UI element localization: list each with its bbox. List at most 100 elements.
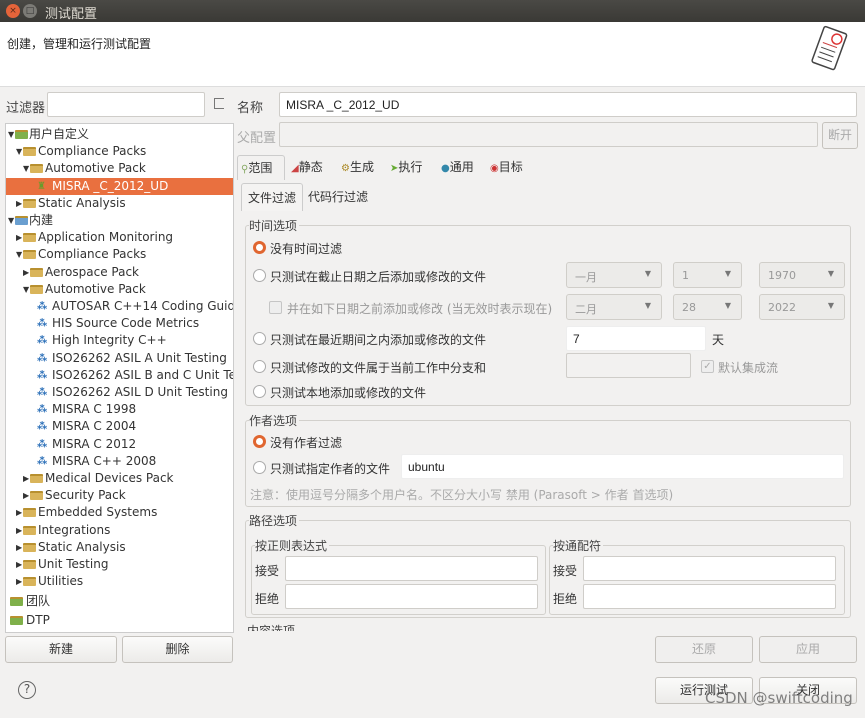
collapse-arrow-icon[interactable]: ▶ <box>16 229 22 246</box>
collapse-arrow-icon[interactable]: ▶ <box>16 573 22 590</box>
recent-days-input[interactable] <box>566 326 706 351</box>
folder-icon <box>23 525 36 535</box>
before-day-select[interactable]: 28 ▼ <box>673 294 742 320</box>
config-tree[interactable]: ▼ 用户自定义 ▼ Compliance Packs ▼ Automotive Pack ♜… <box>5 123 234 633</box>
expand-arrow-icon[interactable]: ▼ <box>16 246 22 263</box>
branch-input[interactable] <box>566 353 691 378</box>
wildcard-accept-label: 接受 <box>553 564 578 578</box>
tab-static[interactable]: ◢静态 <box>288 155 336 180</box>
tree-item[interactable]: ⁂ AUTOSAR C++14 Coding Guidelines <box>6 298 233 315</box>
subtab-line-filter[interactable]: 代码行过滤 <box>302 183 374 211</box>
tree-item[interactable]: ⁂ High Integrity C++ <box>6 332 233 349</box>
delete-button[interactable]: 删除 <box>122 636 233 663</box>
tree-item[interactable]: ⁂ HIS Source Code Metrics <box>6 315 233 332</box>
folder-icon <box>30 491 43 501</box>
tree-item[interactable]: ▶ Embedded Systems <box>6 504 233 521</box>
default-stream-checkbox[interactable]: ✓ <box>701 360 714 373</box>
tree-item[interactable]: ▶ Unit Testing <box>6 556 233 573</box>
tree-item[interactable]: ▼ Automotive Pack <box>6 281 233 298</box>
expand-arrow-icon[interactable]: ▼ <box>23 281 29 298</box>
minimize-icon[interactable]: □ <box>23 4 37 18</box>
tree-item[interactable]: ▼ 内建 <box>6 212 233 229</box>
collapse-all-icon[interactable] <box>214 98 224 109</box>
tab-label: 目标 <box>498 160 523 174</box>
tree-item[interactable]: ▶ Aerospace Pack <box>6 264 233 281</box>
tree-item[interactable]: ⁂ ISO26262 ASIL B and C Unit Testing <box>6 367 233 384</box>
before-date-checkbox[interactable] <box>269 301 282 314</box>
collapse-arrow-icon[interactable]: ▶ <box>16 504 22 521</box>
disconnect-button[interactable]: 断开 <box>822 122 858 149</box>
tree-item[interactable]: ▶ Medical Devices Pack <box>6 470 233 487</box>
tree-item[interactable]: ⁂ MISRA C++ 2008 <box>6 453 233 470</box>
regex-reject-input[interactable] <box>285 584 538 609</box>
tree-item[interactable]: ▶ Application Monitoring <box>6 229 233 246</box>
expand-arrow-icon[interactable]: ▼ <box>8 212 14 229</box>
author-options-group: 作者选项 没有作者过滤 只测试指定作者的文件 注意：使用逗号分隔多个用户名。不区… <box>245 412 851 507</box>
time-options-group: 时间选项 没有时间过滤 只测试在截止日期之后添加或修改的文件 一月 ▼ 1 ▼ 19… <box>245 217 851 406</box>
tree-item[interactable]: ▼ Compliance Packs <box>6 246 233 263</box>
common-icon: ● <box>441 163 450 174</box>
tree-item-label: MISRA C 2004 <box>52 419 137 434</box>
collapse-arrow-icon[interactable]: ▶ <box>16 195 22 212</box>
tree-item[interactable]: ⁂ MISRA C 2012 <box>6 436 233 453</box>
after-year-select[interactable]: 1970 ▼ <box>759 262 845 288</box>
radio-recent[interactable] <box>253 332 266 345</box>
subtab-file-filter[interactable]: 文件过滤 <box>241 183 304 211</box>
tree-item[interactable]: ▼ 用户自定义 <box>6 126 233 143</box>
radio-branch[interactable] <box>253 360 266 373</box>
before-year-select[interactable]: 2022 ▼ <box>759 294 845 320</box>
before-day-value: 28 <box>682 301 696 314</box>
radio-after-date[interactable] <box>253 269 266 282</box>
expand-arrow-icon[interactable]: ▼ <box>23 160 29 177</box>
after-day-select[interactable]: 1 ▼ <box>673 262 742 288</box>
tree-item[interactable]: ⁂ ISO26262 ASIL D Unit Testing <box>6 384 233 401</box>
tree-item[interactable]: DTP <box>6 612 233 629</box>
tree-item[interactable]: ▶ Security Pack <box>6 487 233 504</box>
tree-item[interactable]: ⁂ MISRA C 2004 <box>6 418 233 435</box>
before-month-select[interactable]: 二月 ▼ <box>566 294 662 320</box>
collapse-arrow-icon[interactable]: ▶ <box>23 264 29 281</box>
tab-target[interactable]: ◉目标 <box>487 155 537 180</box>
author-input[interactable] <box>401 454 844 479</box>
apply-button[interactable]: 应用 <box>759 636 857 663</box>
radio-local[interactable] <box>253 385 266 398</box>
before-month-value: 二月 <box>575 303 597 316</box>
tab-generate[interactable]: ⚙生成 <box>338 155 385 180</box>
revert-button[interactable]: 还原 <box>655 636 753 663</box>
collapse-arrow-icon[interactable]: ▶ <box>16 522 22 539</box>
tree-item[interactable]: ▶ Integrations <box>6 522 233 539</box>
tree-item[interactable]: ♜ MISRA _C_2012_UD <box>6 177 233 195</box>
tree-item[interactable]: 团队 <box>6 593 233 610</box>
after-month-select[interactable]: 一月 ▼ <box>566 262 662 288</box>
collapse-arrow-icon[interactable]: ▶ <box>23 470 29 487</box>
radio-no-author-filter[interactable] <box>253 435 266 448</box>
close-icon[interactable]: × <box>6 4 20 18</box>
tree-item[interactable]: ▶ Utilities <box>6 573 233 590</box>
tab-execute[interactable]: ➤执行 <box>387 155 436 180</box>
collapse-arrow-icon[interactable]: ▶ <box>23 487 29 504</box>
chevron-down-icon: ▼ <box>644 301 651 310</box>
parent-input[interactable] <box>279 122 818 147</box>
expand-arrow-icon[interactable]: ▼ <box>8 126 14 143</box>
tree-item[interactable]: ▶ Static Analysis <box>6 195 233 212</box>
filter-input[interactable] <box>47 92 205 117</box>
help-icon[interactable]: ? <box>18 681 36 699</box>
name-input[interactable] <box>279 92 857 117</box>
new-button[interactable]: 新建 <box>5 636 117 663</box>
tree-item[interactable]: ⁂ ISO26262 ASIL A Unit Testing <box>6 350 233 367</box>
wildcard-accept-input[interactable] <box>583 556 836 581</box>
wildcard-reject-input[interactable] <box>583 584 836 609</box>
collapse-arrow-icon[interactable]: ▶ <box>16 556 22 573</box>
tree-item[interactable]: ▼ Compliance Packs <box>6 143 233 160</box>
tree-item[interactable]: ⁂ MISRA C 1998 <box>6 401 233 418</box>
regex-accept-input[interactable] <box>285 556 538 581</box>
radio-no-time-filter[interactable] <box>253 241 266 254</box>
radio-specific-author[interactable] <box>253 461 266 474</box>
tree-item[interactable]: ▼ Automotive Pack <box>6 160 233 177</box>
expand-arrow-icon[interactable]: ▼ <box>16 143 22 160</box>
tab-common[interactable]: ●通用 <box>438 155 485 180</box>
header-description: 创建，管理和运行测试配置 <box>7 37 152 51</box>
tree-item[interactable]: ▶ Static Analysis <box>6 539 233 556</box>
tab-scope[interactable]: ⚲范围 <box>237 155 285 180</box>
collapse-arrow-icon[interactable]: ▶ <box>16 539 22 556</box>
